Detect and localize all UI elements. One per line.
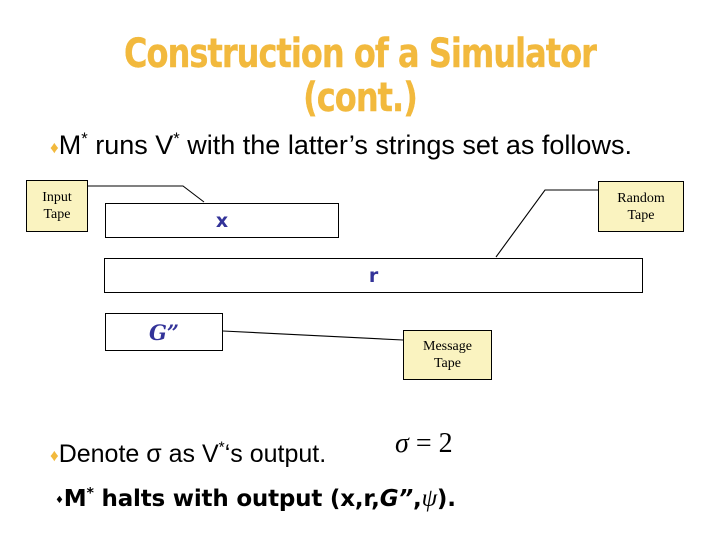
input-tape-label[interactable]: Input Tape (26, 180, 88, 232)
bullet-halts-text-d: ). (436, 486, 456, 512)
sigma-equation: σ = 2 (395, 428, 453, 460)
message-tape-label[interactable]: Message Tape (403, 330, 492, 380)
bullet-denote-sigma: ♦Denote σ as V*‘s output. (50, 440, 326, 469)
message-tape-label-line2: Tape (433, 356, 461, 371)
input-tape-label-line1: Input (42, 190, 72, 205)
connector-input-tape (88, 185, 205, 203)
page-title: Construction of a Simulator (cont.) (72, 32, 648, 120)
page-title-line2: (cont.) (303, 75, 418, 121)
diamond-sub-bullet-icon: ♦ (55, 495, 64, 506)
diamond-bullet-icon: ♦ (50, 446, 59, 465)
message-tape-strip[interactable]: G” (105, 313, 223, 351)
random-tape-label[interactable]: Random Tape (598, 181, 684, 232)
sigma-equation-symbol: σ (395, 428, 409, 459)
input-tape-strip[interactable]: x (105, 203, 339, 238)
bullet-halts-psi: ψ (421, 485, 438, 512)
connector-message-tape (222, 330, 404, 341)
message-tape-strip-value: G” (148, 319, 179, 345)
bullet-runs-text-b: runs V (87, 130, 174, 160)
random-tape-strip-value: r (368, 264, 379, 287)
slide-canvas: Construction of a Simulator (cont.) ♦M* r… (0, 0, 720, 540)
bullet-denote-text-b: ‘s output. (224, 440, 327, 468)
connector-random-tape (495, 189, 598, 258)
page-title-line1: Construction of a Simulator (124, 31, 597, 77)
sigma-equation-value: 2 (438, 428, 453, 459)
input-tape-strip-value: x (215, 209, 229, 232)
input-tape-label-line2: Tape (43, 207, 71, 222)
bullet-halts-text-b: halts with output (x,r, (93, 486, 380, 512)
bullet-m-halts: ♦M* halts with output (x,r,G”,ψ). (55, 485, 456, 513)
random-tape-strip[interactable]: r (104, 258, 643, 293)
message-tape-label-line1: Message (423, 339, 472, 354)
bullet-denote-text-a: Denote σ as V (58, 440, 219, 468)
bullet-halts-g-label: G” (379, 486, 414, 512)
random-tape-label-line2: Tape (627, 207, 655, 223)
bullet-halts-star: * (86, 485, 94, 502)
bullet-halts-text-a: M (63, 486, 87, 512)
sigma-equation-operator: = (408, 428, 439, 459)
random-tape-label-line1: Random (617, 190, 665, 206)
bullet-runs-text-c: with the latter’s strings set as follows… (179, 130, 632, 160)
bullet-m-runs-v: ♦M* runs V* with the latter’s strings se… (50, 129, 690, 164)
diamond-bullet-icon: ♦ (50, 138, 59, 157)
bullet-runs-text-a: M (58, 130, 82, 160)
bullet-halts-text-c: , (413, 486, 422, 512)
